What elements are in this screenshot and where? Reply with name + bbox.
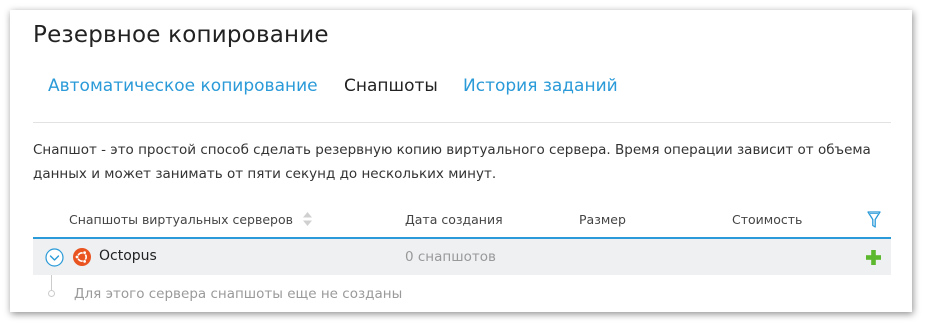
description-text: Снапшот - это простой способ сделать рез…	[33, 142, 871, 182]
tree-connector	[51, 275, 52, 291]
empty-snapshots-message: Для этого сервера снапшоты еще не создан…	[74, 286, 403, 302]
column-header-servers[interactable]: Снапшоты виртуальных серверов	[69, 212, 312, 229]
snapshot-count: 0 снапшотов	[405, 249, 496, 265]
table-row[interactable]: Octopus 0 снапшотов	[33, 239, 891, 275]
tab-job-history[interactable]: История заданий	[463, 76, 618, 96]
sort-icon[interactable]	[302, 212, 312, 229]
chevron-down-icon[interactable]	[45, 248, 64, 271]
column-header-created[interactable]: Дата создания	[405, 212, 503, 227]
tab-snapshots[interactable]: Снапшоты	[344, 76, 438, 96]
tabs-divider	[33, 122, 891, 123]
filter-icon[interactable]	[867, 211, 881, 233]
column-header-size[interactable]: Размер	[579, 212, 626, 227]
tab-auto-backup[interactable]: Автоматическое копирование	[48, 76, 318, 96]
page-title: Резервное копирование	[33, 22, 329, 48]
column-header-servers-label: Снапшоты виртуальных серверов	[69, 212, 293, 227]
add-snapshot-icon[interactable]	[866, 250, 881, 269]
backup-panel: Резервное копирование Автоматическое коп…	[10, 10, 912, 312]
server-name[interactable]: Octopus	[99, 248, 157, 264]
column-header-cost[interactable]: Стоимость	[732, 212, 802, 227]
ubuntu-icon	[73, 248, 91, 270]
tree-node-dot	[48, 290, 55, 297]
table-header: Снапшоты виртуальных серверов Дата созда…	[33, 208, 891, 238]
